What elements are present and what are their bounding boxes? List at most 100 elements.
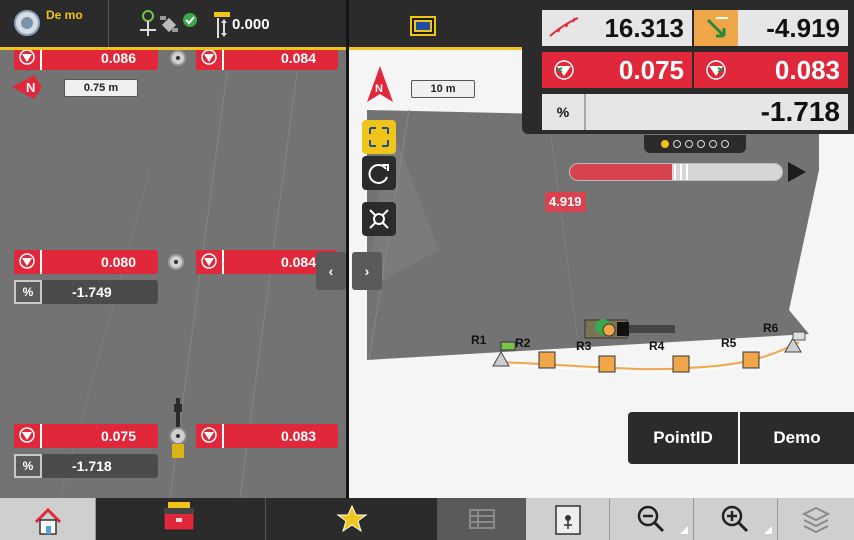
cut-down-icon (14, 50, 42, 70)
height-value: 0.000 (232, 16, 270, 33)
cut-fill-tick (680, 164, 682, 180)
offset-readout[interactable]: -4.919 (694, 10, 848, 46)
page-dot[interactable] (697, 140, 705, 148)
station-readout[interactable]: 16.313 (542, 10, 692, 46)
point-label: R6 (763, 321, 779, 335)
page-dot[interactable] (685, 140, 693, 148)
right-elevation-value: 0.084 (280, 254, 316, 270)
point-r6-icon (784, 331, 806, 353)
measure-button[interactable] (526, 498, 610, 540)
demo-button[interactable]: Demo (740, 412, 854, 464)
home-button[interactable] (0, 498, 96, 540)
cut-fill-value: 4.919 (545, 192, 586, 212)
slope-pill: % -1.749 (14, 280, 158, 304)
divider (108, 0, 109, 47)
slope-percent-label: % (542, 94, 586, 130)
favorites-button[interactable] (266, 498, 438, 540)
page-dot[interactable] (721, 140, 729, 148)
project-logo-icon[interactable] (14, 10, 40, 36)
play-icon[interactable] (788, 162, 806, 182)
cut-right-icon (694, 52, 738, 88)
cut-down-icon (196, 50, 224, 70)
station-chainage-icon (542, 10, 586, 46)
left-elevation-value: 0.075 (100, 428, 136, 444)
layers-icon (801, 506, 831, 534)
cut-down-icon (196, 424, 224, 448)
cut-fill-tick (674, 164, 676, 180)
point-r2-icon (500, 341, 516, 351)
right-elevation-readout[interactable]: 0.083 (694, 52, 848, 88)
right-elevation-readout-value: 0.083 (774, 55, 840, 85)
height-reference-icon[interactable] (214, 12, 230, 38)
point-label: R5 (721, 336, 737, 350)
point-label: R2 (515, 336, 531, 350)
home-icon (34, 507, 62, 535)
cut-left-icon (542, 52, 586, 88)
layers-button[interactable] (778, 498, 854, 540)
collapse-left-panel-button[interactable]: ‹ (316, 252, 346, 290)
percent-icon: % (14, 280, 42, 304)
centerline-marker-icon (170, 50, 186, 66)
cut-down-icon (14, 424, 42, 448)
page-dot[interactable] (709, 140, 717, 148)
page-dot[interactable] (661, 140, 669, 148)
top-status-bar: De mo 0.000 (0, 0, 350, 50)
cut-fill-bar (569, 163, 783, 181)
screen-mode-icon[interactable] (410, 16, 436, 36)
zoom-in-button[interactable] (694, 498, 778, 540)
station-marker (598, 355, 616, 373)
survey-tablet-icon (555, 505, 581, 535)
station-value: 16.313 (604, 13, 684, 43)
left-elevation-pill: 0.080 (14, 250, 158, 274)
svg-text:N: N (26, 80, 35, 95)
machine-position-icon (584, 319, 675, 339)
zoom-out-button[interactable] (610, 498, 694, 540)
profile-north-arrow-icon: N (12, 75, 42, 99)
machine-blade-icon (169, 398, 187, 458)
percent-icon: % (14, 454, 42, 478)
cut-down-icon (196, 250, 224, 274)
table-view-button[interactable] (438, 498, 526, 540)
left-elevation-value: 0.086 (100, 50, 136, 66)
cut-down-icon (14, 250, 42, 274)
bottom-toolbar (0, 498, 854, 540)
slope-readout-value: -1.718 (760, 96, 840, 127)
point-label: R1 (471, 333, 487, 347)
left-elevation-pill: 0.075 (14, 424, 158, 448)
right-elevation-value: 0.084 (280, 50, 316, 66)
station-marker (742, 351, 760, 369)
right-elevation-pill: 0.083 (196, 424, 338, 448)
table-grid-icon (469, 509, 495, 529)
right-elevation-value: 0.083 (280, 428, 316, 444)
point-label: R4 (649, 339, 665, 353)
slope-readout[interactable]: % -1.718 (542, 94, 848, 130)
readout-panel: 16.313 -4.919 0.075 0.083 % -1.718 (522, 0, 854, 134)
page-indicator[interactable] (644, 135, 746, 153)
profile-scale: 0.75 m (64, 79, 138, 97)
toolbox-icon (163, 502, 195, 531)
profile-panel[interactable]: 0.086 0.084 N 0.75 m 0.080 0.084 % -1.74… (0, 50, 346, 498)
expand-left-panel-button[interactable]: › (352, 252, 382, 290)
station-marker (672, 355, 690, 373)
gnss-status-icon[interactable] (138, 10, 208, 40)
page-dot[interactable] (673, 140, 681, 148)
left-elevation-readout[interactable]: 0.075 (542, 52, 692, 88)
left-elevation-readout-value: 0.075 (618, 55, 684, 85)
offset-arrow-icon (694, 10, 738, 46)
centerline-marker-icon (168, 254, 184, 270)
station-marker (538, 351, 556, 369)
pointid-button[interactable]: PointID (628, 412, 738, 464)
top-status-bar-right (350, 0, 522, 50)
star-icon (336, 504, 368, 533)
zoom-out-icon (637, 505, 688, 534)
right-elevation-pill: 0.084 (196, 50, 338, 70)
slope-value: -1.718 (72, 458, 112, 474)
point-label: R3 (576, 339, 592, 353)
point-r1-icon (492, 350, 510, 367)
cut-fill-level (570, 164, 672, 180)
zoom-in-icon (721, 505, 772, 534)
project-name[interactable]: De mo (46, 8, 86, 22)
left-elevation-pill: 0.086 (14, 50, 158, 70)
toolbox-button[interactable] (96, 498, 266, 540)
cut-fill-tick (686, 164, 688, 180)
